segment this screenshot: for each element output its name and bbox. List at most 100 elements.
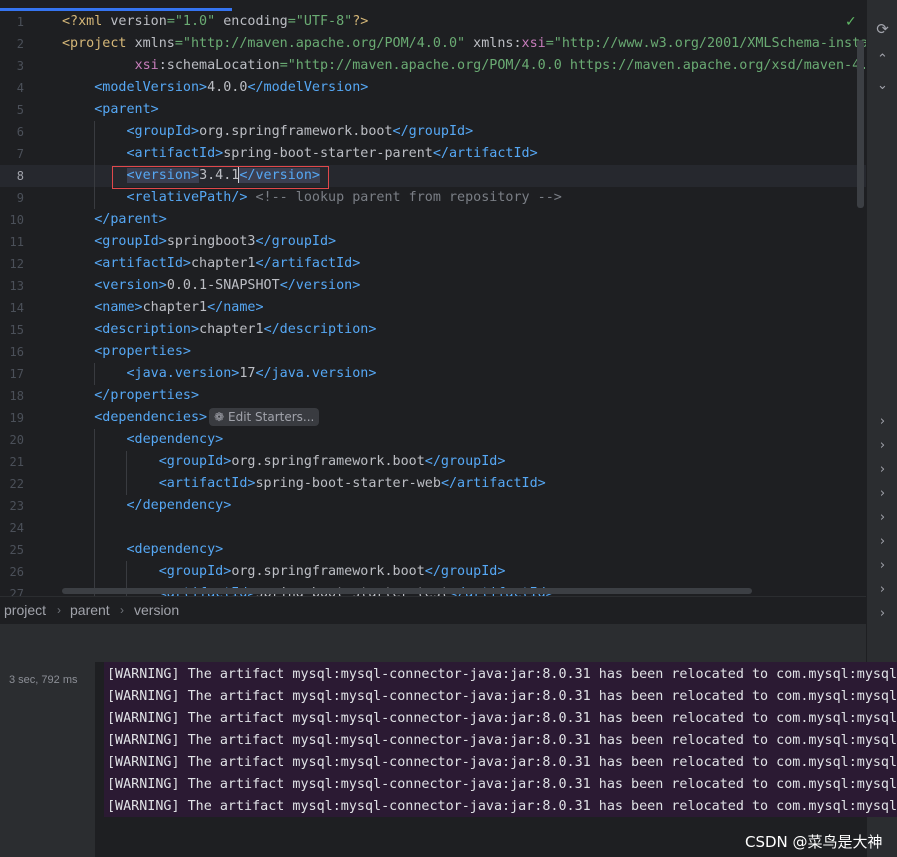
- code-text: <java.version>17</java.version>: [126, 366, 377, 381]
- line-number: 8: [16, 169, 24, 183]
- breadcrumb-separator: ›: [57, 603, 61, 617]
- line-number: 21: [9, 455, 24, 469]
- indent-guide: [94, 429, 95, 596]
- console-line: [WARNING] The artifact mysql:mysql-conne…: [107, 755, 897, 770]
- code-line[interactable]: 9 <relativePath/> <!-- lookup parent fro…: [0, 187, 866, 209]
- code-line[interactable]: 25 <dependency>: [0, 539, 866, 561]
- line-number: 2: [16, 37, 24, 51]
- code-line[interactable]: 21 <groupId>org.springframework.boot</gr…: [0, 451, 866, 473]
- code-line[interactable]: 14 <name>chapter1</name>: [0, 297, 866, 319]
- line-number: 22: [9, 477, 24, 491]
- line-number: 18: [9, 389, 24, 403]
- indent-guide: [126, 451, 127, 495]
- code-text: <modelVersion>4.0.0</modelVersion>: [94, 80, 369, 95]
- code-line[interactable]: 1 <?xml version="1.0" encoding="UTF-8"?>: [0, 11, 866, 33]
- line-number: 12: [9, 257, 24, 271]
- console-line: [WARNING] The artifact mysql:mysql-conne…: [107, 733, 897, 748]
- code-line[interactable]: 12 <artifactId>chapter1</artifactId>: [0, 253, 866, 275]
- code-line[interactable]: 3 xsi:schemaLocation="http://maven.apach…: [0, 55, 866, 77]
- code-line[interactable]: 19 <dependencies> ❁ Edit Starters...: [0, 407, 866, 429]
- code-text: <description>chapter1</description>: [94, 322, 377, 337]
- code-line[interactable]: 11 <groupId>springboot3</groupId>: [0, 231, 866, 253]
- version-highlight-box: [112, 166, 329, 189]
- breadcrumb-item-version[interactable]: version: [134, 597, 179, 624]
- chevron-right-icon[interactable]: ›: [867, 510, 897, 525]
- chevron-right-icon[interactable]: ›: [867, 558, 897, 573]
- edit-starters-inlay[interactable]: ❁ Edit Starters...: [209, 408, 320, 426]
- code-text: </properties>: [94, 388, 200, 403]
- code-text: <name>chapter1</name>: [94, 300, 264, 315]
- build-tree-panel[interactable]: 3 sec, 792 ms: [0, 662, 95, 857]
- code-line[interactable]: 23 </dependency>: [0, 495, 866, 517]
- line-number: 26: [9, 565, 24, 579]
- indent-guide: [94, 121, 95, 209]
- line-number: 24: [9, 521, 24, 535]
- console-line: [WARNING] The artifact mysql:mysql-conne…: [107, 777, 897, 792]
- code-text: <parent>: [94, 102, 159, 117]
- line-number: 27: [9, 587, 24, 596]
- build-duration: 3 sec, 792 ms: [9, 674, 78, 686]
- build-console: 3 sec, 792 ms [WARNING] The artifact mys…: [0, 662, 897, 857]
- code-line[interactable]: 6 <groupId>org.springframework.boot</gro…: [0, 121, 866, 143]
- code-line[interactable]: 22 <artifactId>spring-boot-starter-web</…: [0, 473, 866, 495]
- code-text: <version>0.0.1-SNAPSHOT</version>: [94, 278, 361, 293]
- code-text: <project xmlns="http://maven.apache.org/…: [62, 36, 866, 51]
- watermark: CSDN @菜鸟是大神: [745, 833, 883, 851]
- line-number: 20: [9, 433, 24, 447]
- line-number: 9: [16, 191, 24, 205]
- code-line[interactable]: 4 <modelVersion>4.0.0</modelVersion>: [0, 77, 866, 99]
- chevron-right-icon[interactable]: ›: [867, 438, 897, 453]
- code-text: <dependencies> ❁ Edit Starters...: [62, 407, 320, 429]
- code-line[interactable]: 13 <version>0.0.1-SNAPSHOT</version>: [0, 275, 866, 297]
- code-text: <?xml version="1.0" encoding="UTF-8"?>: [62, 14, 369, 29]
- line-number: 16: [9, 345, 24, 359]
- code-line[interactable]: 15 <description>chapter1</description>: [0, 319, 866, 341]
- line-number: 14: [9, 301, 24, 315]
- code-line[interactable]: 18 </properties>: [0, 385, 866, 407]
- code-line[interactable]: 16 <properties>: [0, 341, 866, 363]
- line-number: 4: [16, 81, 24, 95]
- code-line[interactable]: 24: [0, 517, 866, 539]
- code-text: <groupId>org.springframework.boot</group…: [158, 564, 506, 579]
- line-number: 17: [9, 367, 24, 381]
- vertical-scrollbar[interactable]: [857, 40, 864, 208]
- horizontal-scrollbar[interactable]: [62, 588, 752, 594]
- code-text: <artifactId>spring-boot-starter-parent</…: [126, 146, 538, 161]
- chevron-right-icon[interactable]: ›: [867, 606, 897, 621]
- code-text: <groupId>org.springframework.boot</group…: [158, 454, 506, 469]
- code-text: <dependency>: [126, 542, 224, 557]
- console-line: [WARNING] The artifact mysql:mysql-conne…: [107, 711, 897, 726]
- chevron-right-icon[interactable]: ›: [867, 582, 897, 597]
- line-number: 10: [9, 213, 24, 227]
- line-number: 5: [16, 103, 24, 117]
- chevron-right-icon[interactable]: ›: [867, 462, 897, 477]
- code-line[interactable]: 20 <dependency>: [0, 429, 866, 451]
- breadcrumb-item-project[interactable]: project: [4, 597, 46, 624]
- code-line[interactable]: 26 <groupId>org.springframework.boot</gr…: [0, 561, 866, 583]
- chevron-right-icon[interactable]: ›: [867, 534, 897, 549]
- chevron-up-icon[interactable]: ⌃: [867, 52, 897, 67]
- line-number: 3: [16, 59, 24, 73]
- code-text: <dependency>: [126, 432, 224, 447]
- code-editor[interactable]: 1 <?xml version="1.0" encoding="UTF-8"?> 2…: [0, 0, 866, 596]
- line-number: 6: [16, 125, 24, 139]
- console-line: [WARNING] The artifact mysql:mysql-conne…: [107, 799, 897, 814]
- chevron-right-icon[interactable]: ›: [867, 414, 897, 429]
- code-text: <artifactId>chapter1</artifactId>: [94, 256, 361, 271]
- code-text: <groupId>org.springframework.boot</group…: [126, 124, 474, 139]
- line-number: 11: [9, 235, 24, 249]
- breadcrumb-item-parent[interactable]: parent: [70, 597, 110, 624]
- console-output[interactable]: [WARNING] The artifact mysql:mysql-conne…: [104, 662, 897, 817]
- code-text: <artifactId>spring-boot-starter-web</art…: [158, 476, 546, 491]
- chevron-down-icon[interactable]: ⌄: [867, 78, 897, 93]
- refresh-icon[interactable]: ⟳: [867, 20, 897, 38]
- code-line[interactable]: 2 <project xmlns="http://maven.apache.org…: [0, 33, 866, 55]
- line-number: 13: [9, 279, 24, 293]
- code-line[interactable]: 7 <artifactId>spring-boot-starter-parent…: [0, 143, 866, 165]
- code-line[interactable]: 5 <parent>: [0, 99, 866, 121]
- console-line: [WARNING] The artifact mysql:mysql-conne…: [107, 689, 897, 704]
- code-line[interactable]: 17 <java.version>17</java.version>: [0, 363, 866, 385]
- code-line[interactable]: 10 </parent>: [0, 209, 866, 231]
- check-icon[interactable]: ✓: [845, 14, 857, 30]
- chevron-right-icon[interactable]: ›: [867, 486, 897, 501]
